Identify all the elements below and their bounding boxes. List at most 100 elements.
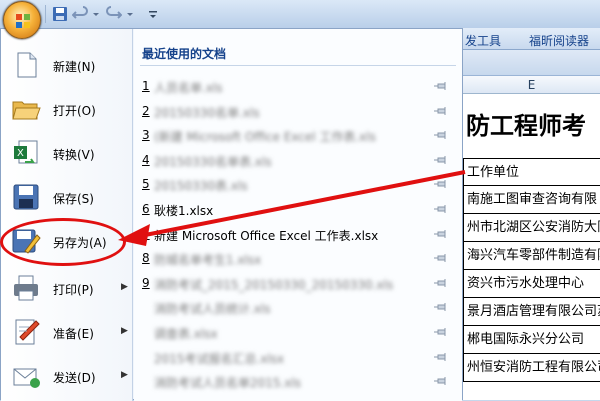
pin-icon[interactable] bbox=[434, 278, 448, 288]
table-cell[interactable]: 州市北湖区公安消防大队 bbox=[463, 214, 600, 242]
recent-file-name: 消防考试人员名单2015.xls bbox=[154, 376, 302, 391]
recent-file-item[interactable]: 2 20150330名单.xls bbox=[142, 100, 446, 124]
menu-label: 打印(P) bbox=[53, 283, 94, 297]
submenu-arrow-icon: ▶ bbox=[121, 282, 128, 292]
chevron-down-icon[interactable] bbox=[92, 6, 100, 22]
recent-file-name: 调查表.xlsx bbox=[154, 327, 218, 341]
send-icon bbox=[13, 368, 40, 388]
pin-icon[interactable] bbox=[434, 106, 448, 116]
menu-label: 保存(S) bbox=[53, 192, 94, 206]
menu-item-convert[interactable]: X 转换(V) bbox=[5, 133, 129, 175]
tab-developer[interactable]: 发工具 bbox=[465, 32, 501, 49]
recent-file-item[interactable]: 调查表.xlsx bbox=[142, 321, 446, 345]
recent-file-number: 9 bbox=[142, 275, 150, 290]
recent-file-name: 消防考试人员统计.xls bbox=[154, 302, 271, 317]
svg-text:X: X bbox=[17, 148, 24, 159]
redo-icon[interactable] bbox=[106, 6, 122, 22]
office-button[interactable] bbox=[3, 1, 41, 39]
tab-foxit-reader[interactable]: 福昕阅读器 bbox=[529, 32, 589, 49]
recent-file-item[interactable]: 5 20150330表.xls bbox=[142, 173, 446, 197]
column-header-e[interactable]: E bbox=[463, 76, 600, 94]
pin-icon[interactable] bbox=[434, 179, 448, 189]
customize-toolbar-icon[interactable] bbox=[148, 6, 158, 22]
table-cell[interactable]: 郴电国际永兴分公司 bbox=[463, 326, 600, 354]
recent-file-item[interactable]: 3 (新建 Microsoft Office Excel 工作表.xls bbox=[142, 124, 446, 148]
convert-icon: X bbox=[14, 140, 38, 164]
recent-file-number: 7 bbox=[142, 226, 150, 241]
recent-file-name: 消防考试_2015_20150330_20150330.xls bbox=[154, 277, 394, 292]
pin-icon[interactable] bbox=[434, 229, 448, 239]
recent-file-name: (新建 Microsoft Office Excel 工作表.xls bbox=[154, 130, 376, 145]
grid-line bbox=[463, 158, 464, 382]
recent-documents-panel: 最近使用的文档 1 人员名单.xls 2 20150330名单.xls 3 (新建 Mic… bbox=[134, 29, 462, 401]
save-floppy-icon bbox=[13, 184, 39, 210]
office-logo-icon bbox=[16, 14, 30, 28]
recent-file-number: 4 bbox=[142, 152, 150, 167]
ribbon-body bbox=[463, 50, 600, 76]
recent-file-name: 防城名单考生1.xlsx bbox=[154, 253, 262, 268]
save-icon[interactable] bbox=[52, 6, 68, 22]
new-document-icon bbox=[17, 52, 37, 78]
undo-icon[interactable] bbox=[72, 6, 88, 22]
pin-icon[interactable] bbox=[434, 81, 448, 91]
recent-file-name: 新建 Microsoft Office Excel 工作表.xlsx bbox=[154, 228, 379, 243]
highlight-ellipse bbox=[0, 218, 126, 266]
ribbon-tabs: 发工具 福昕阅读器 bbox=[463, 28, 600, 50]
pin-icon[interactable] bbox=[434, 302, 448, 312]
table-cell[interactable]: 景月酒店管理有限公司苏 bbox=[463, 298, 600, 326]
pin-icon[interactable] bbox=[434, 376, 448, 386]
menu-item-open[interactable]: 打开(O) bbox=[5, 89, 129, 131]
table-cell[interactable]: 南施工图审查咨询有限 bbox=[463, 186, 600, 214]
sheet-title-cell[interactable]: 防工程师考 bbox=[466, 106, 586, 141]
menu-item-new[interactable]: 新建(N) bbox=[5, 45, 129, 87]
table-cell-header[interactable]: 工作单位 bbox=[463, 158, 600, 186]
recent-file-item[interactable]: 消防考试人员名单2015.xls bbox=[142, 370, 446, 394]
recent-file-item[interactable]: 4 20150330名单表.xls bbox=[142, 149, 446, 173]
recent-file-number: 6 bbox=[142, 202, 150, 216]
table-cell[interactable]: 资兴市污水处理中心 bbox=[463, 270, 600, 298]
recent-file-name: 20150330表.xls bbox=[154, 179, 248, 194]
recent-file-number: 3 bbox=[142, 128, 150, 143]
pin-icon[interactable] bbox=[434, 327, 448, 337]
recent-file-name: 20150330名单表.xls bbox=[154, 154, 272, 169]
divider bbox=[140, 65, 456, 66]
table-cell[interactable]: 州恒安消防工程有限公司 bbox=[463, 354, 600, 382]
menu-item-prepare[interactable]: 准备(E) ▶ bbox=[5, 312, 129, 354]
pin-icon[interactable] bbox=[434, 130, 448, 140]
recent-file-item[interactable]: 8 防城名单考生1.xlsx bbox=[142, 247, 446, 271]
pin-icon[interactable] bbox=[434, 352, 448, 362]
recent-file-number: 5 bbox=[142, 177, 150, 192]
menu-item-save[interactable]: 保存(S) bbox=[5, 177, 129, 219]
recent-file-item[interactable]: 2015考试报名汇总.xlsx bbox=[142, 346, 446, 370]
submenu-arrow-icon: ▶ bbox=[121, 326, 128, 336]
menu-item-send[interactable]: 发送(D) ▶ bbox=[5, 356, 129, 398]
title-bar bbox=[0, 0, 600, 28]
recent-file-number: 8 bbox=[142, 251, 150, 266]
recent-file-item[interactable]: 6 耿楼1.xlsx bbox=[142, 198, 446, 222]
chevron-down-icon[interactable] bbox=[126, 6, 134, 22]
recent-file-number: 2 bbox=[142, 103, 150, 118]
print-icon bbox=[14, 275, 38, 301]
recent-file-item[interactable]: 9 消防考试_2015_20150330_20150330.xls bbox=[142, 272, 446, 296]
menu-label: 转换(V) bbox=[53, 148, 95, 162]
pin-icon[interactable] bbox=[434, 155, 448, 165]
recent-file-item[interactable]: 7 新建 Microsoft Office Excel 工作表.xlsx bbox=[142, 223, 446, 247]
pin-icon[interactable] bbox=[434, 253, 448, 263]
table-cell[interactable]: 海兴汽车零部件制造有限 bbox=[463, 242, 600, 270]
toolbar-separator bbox=[45, 5, 46, 23]
office-menu: 新建(N) 打开(O) X 转换(V) 保存(S) 另存为(A) 打印(P) ▶… bbox=[0, 28, 463, 401]
menu-item-print[interactable]: 打印(P) ▶ bbox=[5, 268, 129, 310]
prepare-icon bbox=[15, 319, 40, 345]
recent-file-item[interactable]: 消防考试人员统计.xls bbox=[142, 296, 446, 320]
menu-label: 准备(E) bbox=[53, 327, 94, 341]
recent-file-name: 人员名单.xls bbox=[154, 81, 223, 95]
menu-commands: 新建(N) 打开(O) X 转换(V) 保存(S) 另存为(A) 打印(P) ▶… bbox=[1, 29, 133, 401]
menu-label: 打开(O) bbox=[53, 104, 96, 118]
spreadsheet[interactable]: E 防工程师考 工作单位 南施工图审查咨询有限 州市北湖区公安消防大队 海兴汽车… bbox=[463, 76, 600, 400]
pin-icon[interactable] bbox=[434, 204, 448, 214]
menu-label: 发送(D) bbox=[53, 371, 96, 385]
recent-file-number: 1 bbox=[142, 79, 150, 93]
menu-label: 新建(N) bbox=[53, 60, 96, 74]
recent-file-name: 耿楼1.xlsx bbox=[154, 204, 214, 218]
recent-file-item[interactable]: 1 人员名单.xls bbox=[142, 75, 446, 99]
